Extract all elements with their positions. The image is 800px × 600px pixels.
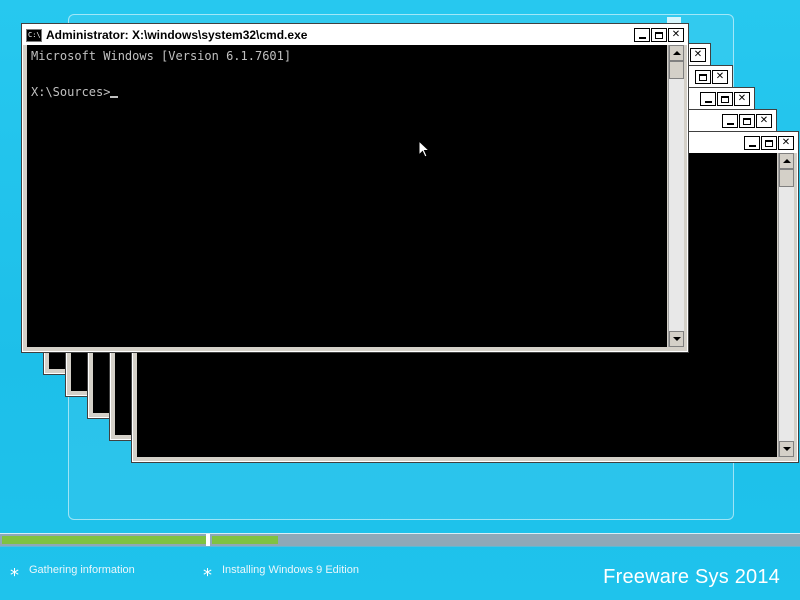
close-button[interactable]: ✕	[756, 114, 772, 128]
minimize-button[interactable]	[634, 28, 650, 42]
brand-text: Freeware Sys 2014	[603, 566, 780, 588]
maximize-button[interactable]	[739, 114, 755, 128]
console-prompt: X:\Sources>	[31, 85, 111, 99]
arrow-up-icon	[672, 51, 681, 55]
maximize-button[interactable]	[761, 136, 777, 150]
vertical-scrollbar[interactable]	[778, 153, 794, 457]
close-icon: ✕	[759, 115, 769, 126]
console-line-version: Microsoft Windows [Version 6.1.7601]	[31, 49, 292, 63]
minimize-button[interactable]	[700, 92, 716, 106]
scroll-up-button[interactable]	[779, 153, 794, 169]
close-button[interactable]: ✕	[778, 136, 794, 150]
close-button[interactable]: ✕	[734, 92, 750, 106]
minimize-button[interactable]	[722, 114, 738, 128]
scroll-down-button[interactable]	[779, 441, 794, 457]
step-label: Installing Windows 9 Edition	[222, 564, 359, 576]
minimize-icon	[726, 123, 734, 125]
close-icon: ✕	[671, 29, 681, 40]
arrow-down-icon	[672, 337, 681, 341]
maximize-button[interactable]	[717, 92, 733, 106]
maximize-icon	[655, 31, 663, 39]
mouse-pointer-icon	[418, 140, 430, 158]
progress-fill-step-1	[2, 536, 206, 544]
window-title: Administrator: X:\windows\system32\cmd.e…	[46, 28, 308, 42]
text-cursor	[110, 96, 119, 98]
scroll-thumb[interactable]	[669, 61, 684, 79]
maximize-icon	[765, 139, 773, 147]
maximize-button[interactable]	[651, 28, 667, 42]
scroll-thumb[interactable]	[779, 169, 794, 187]
scroll-up-button[interactable]	[669, 45, 684, 61]
arrow-down-icon	[782, 447, 791, 451]
close-button[interactable]: ✕	[712, 70, 728, 84]
progress-fill-step-2	[212, 536, 278, 544]
close-button[interactable]: ✕	[668, 28, 684, 42]
setup-progress-bar	[0, 533, 800, 547]
vertical-scrollbar[interactable]	[668, 45, 684, 347]
maximize-button[interactable]	[695, 70, 711, 84]
close-button[interactable]: ✕	[690, 48, 706, 62]
cmd-icon: C:\	[26, 28, 42, 42]
minimize-icon	[704, 101, 712, 103]
step-bullet-icon: *	[203, 564, 212, 586]
desktop-background: ✕ ✕ ✕ ✕ ✕ C:\ Administrator: X:\windows\…	[0, 0, 800, 600]
step-label: Gathering information	[29, 564, 135, 576]
minimize-button[interactable]	[744, 136, 760, 150]
cmd-window-active[interactable]: C:\ Administrator: X:\windows\system32\c…	[21, 23, 689, 353]
maximize-icon	[699, 73, 707, 81]
arrow-up-icon	[782, 159, 791, 163]
console-output: Microsoft Windows [Version 6.1.7601] X:\…	[31, 47, 291, 101]
setup-step-installing: * Installing Windows 9 Edition	[203, 560, 359, 586]
progress-divider	[206, 534, 210, 546]
titlebar[interactable]: C:\ Administrator: X:\windows\system32\c…	[23, 25, 687, 45]
close-icon: ✕	[781, 137, 791, 148]
close-icon: ✕	[715, 71, 725, 82]
maximize-icon	[721, 95, 729, 103]
step-bullet-icon: *	[10, 564, 19, 586]
minimize-icon	[638, 37, 646, 39]
setup-step-gathering: * Gathering information	[10, 560, 135, 586]
maximize-icon	[743, 117, 751, 125]
scroll-down-button[interactable]	[669, 331, 684, 347]
close-icon: ✕	[693, 49, 703, 60]
console-area[interactable]: Microsoft Windows [Version 6.1.7601] X:\…	[27, 45, 667, 347]
minimize-icon	[748, 145, 756, 147]
close-icon: ✕	[737, 93, 747, 104]
